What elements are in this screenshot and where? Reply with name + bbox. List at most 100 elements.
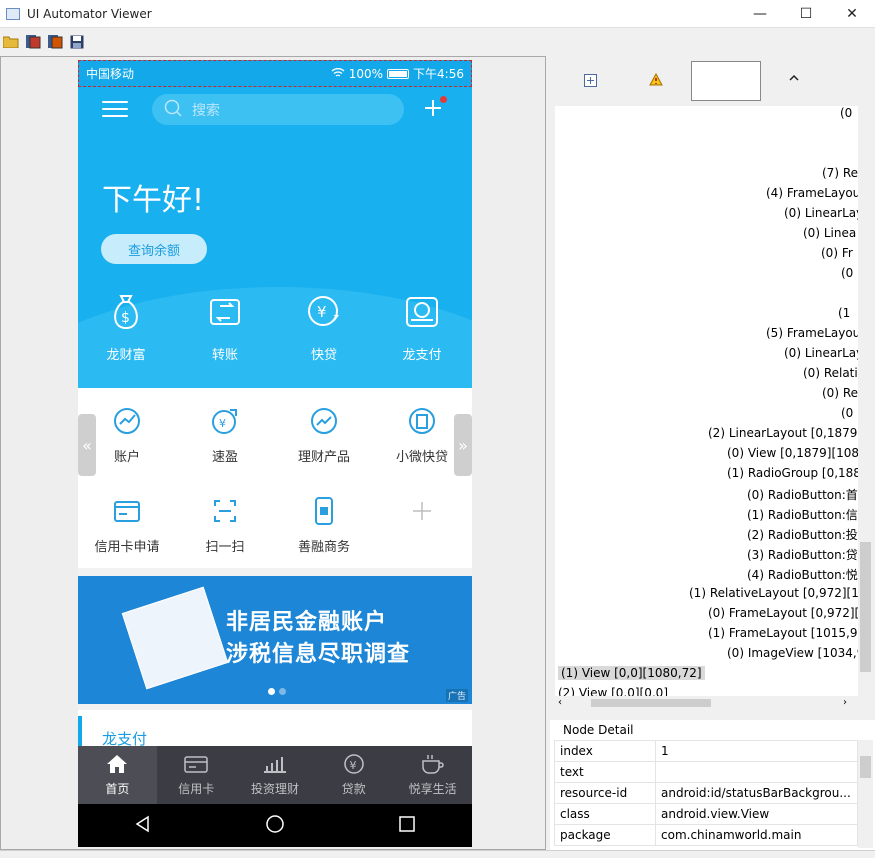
hierarchy-tree[interactable]: (0 (7) Re (4) FrameLayou (0) LinearLay (0) L… (555, 106, 858, 696)
maximize-button[interactable]: ☐ (783, 0, 829, 27)
tab-label: 首页 (105, 782, 130, 796)
grid-label: 理财产品 (297, 450, 350, 465)
carrier-text: 中国移动 (86, 67, 135, 81)
hamburger-menu-icon[interactable] (102, 101, 128, 119)
node-detail-value[interactable]: com.chinamworld.main (655, 824, 858, 846)
search-input[interactable]: 搜索 (152, 94, 404, 125)
tree-node[interactable]: (3) RadioButton:贷 (747, 546, 858, 563)
node-detail-value[interactable]: android:id/statusBarBackgrou... (655, 782, 858, 804)
tree-node[interactable]: (0 (841, 266, 853, 280)
grid-item-quick-profit[interactable]: ¥ 速盈 (176, 406, 274, 465)
tree-horizontal-scrollbar[interactable]: ‹ › (555, 696, 858, 710)
node-detail-key: resource-id (554, 782, 656, 804)
back-icon[interactable] (134, 815, 152, 836)
node-detail-row[interactable]: resource-id android:id/statusBarBackgrou.… (554, 782, 858, 804)
tree-node[interactable]: (2) View [0,0][0,0] (558, 686, 668, 696)
tree-vertical-scrollbar[interactable] (858, 106, 873, 696)
tree-node[interactable]: (1) RadioButton:信 (747, 506, 858, 523)
node-detail-panel: Node Detail index 1 text resource-id android… (550, 720, 875, 850)
quick-loan-icon: ¥ (308, 296, 339, 326)
warning-icon[interactable] (649, 72, 663, 89)
node-detail-row[interactable]: class android.view.View (554, 803, 858, 825)
tree-node[interactable]: (0) View [0,1879][1080 (727, 446, 858, 460)
scroll-right-arrow-icon[interactable]: » (454, 414, 472, 476)
node-detail-value[interactable]: 1 (655, 740, 858, 762)
node-detail-value[interactable] (655, 761, 858, 783)
tab-label: 信用卡 (178, 782, 215, 796)
separator (78, 568, 472, 576)
tree-node[interactable]: (0) Re (822, 386, 858, 400)
title-bar: UI Automator Viewer — ☐ ✕ (0, 0, 875, 27)
grid-item-add[interactable] (373, 496, 471, 536)
tree-node[interactable]: (0) ImageView [1034,9 (727, 646, 858, 660)
scroll-thumb[interactable] (591, 699, 711, 707)
device-screenshot-icon[interactable] (24, 34, 42, 50)
hero-item-transfer[interactable]: 转账 (185, 292, 265, 363)
tree-node[interactable]: (2) LinearLayout [0,1879][ (708, 426, 858, 440)
device-screenshot-compressed-icon[interactable] (46, 34, 64, 50)
tree-node[interactable]: (4) RadioButton:悦 (747, 566, 858, 583)
hero-item-wealth[interactable]: $ 龙财富 (86, 292, 166, 363)
svg-text:¥: ¥ (219, 417, 226, 430)
scroll-right-icon[interactable]: › (843, 697, 847, 708)
tree-node-selected[interactable]: (1) View [0,0][1080,72] (558, 666, 705, 680)
tab-loan[interactable]: ¥ 贷款 (314, 746, 393, 804)
tree-node[interactable]: (0) Linea (803, 226, 856, 240)
device-screen[interactable]: 中国移动 100% 下午4:56 搜索 下午好! 查询余额 $ 龙财富 转账 ¥… (78, 60, 472, 847)
ad-tag: 广告 (445, 689, 468, 702)
tab-credit-card[interactable]: 信用卡 (157, 746, 236, 804)
tree-node[interactable]: (1) RelativeLayout [0,972][10 (689, 586, 858, 600)
grid-item-scan[interactable]: 扫一扫 (176, 496, 274, 555)
tree-node[interactable]: (0) LinearLay (784, 346, 858, 360)
status-bar[interactable]: 中国移动 100% 下午4:56 (78, 60, 472, 87)
tab-home[interactable]: 首页 (78, 746, 157, 804)
detail-scrollbar[interactable] (858, 740, 873, 848)
node-detail-row[interactable]: package com.chinamworld.main (554, 824, 858, 846)
tree-node[interactable]: (7) Re (822, 166, 858, 180)
tree-node[interactable]: (2) RadioButton:投 (747, 526, 858, 543)
grid-item-wealth-product[interactable]: 理财产品 (275, 406, 373, 465)
scroll-thumb[interactable] (860, 756, 871, 778)
check-balance-button[interactable]: 查询余额 (101, 234, 207, 264)
node-detail-key: package (554, 824, 656, 846)
tree-node[interactable]: (0) Relati (803, 366, 858, 380)
tree-node[interactable]: (0) LinearLay (784, 206, 858, 220)
scroll-left-arrow-icon[interactable]: « (78, 414, 96, 476)
tab-life[interactable]: 悦享生活 (393, 746, 472, 804)
tree-node[interactable]: (1) FrameLayout [1015,97 (708, 626, 858, 640)
tree-node[interactable]: (4) FrameLayou (766, 186, 858, 200)
open-folder-icon[interactable] (2, 34, 20, 50)
tab-investment[interactable]: 投资理财 (236, 746, 315, 804)
scroll-left-icon[interactable]: ‹ (558, 697, 562, 708)
grid-item-credit-card-apply[interactable]: 信用卡申请 (78, 496, 176, 555)
node-detail-row[interactable]: index 1 (554, 740, 858, 762)
micro-loan-icon (409, 408, 435, 434)
minimize-button[interactable]: — (737, 0, 783, 27)
node-detail-value[interactable]: android.view.View (655, 803, 858, 825)
tree-node[interactable]: (0) Fr (821, 246, 853, 260)
grid-label: 小微快贷 (395, 450, 448, 465)
grid-item-e-commerce[interactable]: 善融商务 (275, 496, 373, 555)
recents-icon[interactable] (398, 815, 416, 836)
hero-item-long-pay[interactable]: 龙支付 (382, 292, 462, 363)
tree-node[interactable]: (1 (838, 306, 850, 320)
tree-node[interactable]: (0) FrameLayout [0,972][6 (708, 606, 858, 620)
collapse-up-icon[interactable] (788, 72, 800, 86)
grid-label: 速盈 (211, 450, 238, 465)
tree-node[interactable]: (0) RadioButton:首 (747, 486, 858, 503)
tree-node[interactable]: (0 (841, 406, 853, 420)
tab-label: 悦享生活 (408, 782, 457, 796)
scroll-thumb[interactable] (860, 542, 871, 672)
node-detail-row[interactable]: text (554, 761, 858, 783)
expand-all-icon[interactable] (584, 74, 597, 90)
close-button[interactable]: ✕ (829, 0, 875, 27)
hero-item-quick-loan[interactable]: ¥ 快贷 (284, 292, 364, 363)
tree-node[interactable]: (0 (840, 106, 852, 120)
filter-input[interactable] (691, 61, 761, 101)
add-plus-icon[interactable] (424, 99, 442, 117)
tree-node[interactable]: (5) FrameLayou (766, 326, 858, 340)
save-icon[interactable] (68, 34, 86, 50)
tree-node[interactable]: (1) RadioGroup [0,188 (727, 466, 858, 480)
ad-banner[interactable]: 非居民金融账户 涉税信息尽职调查 广告 (78, 576, 472, 704)
home-nav-icon[interactable] (265, 814, 285, 837)
